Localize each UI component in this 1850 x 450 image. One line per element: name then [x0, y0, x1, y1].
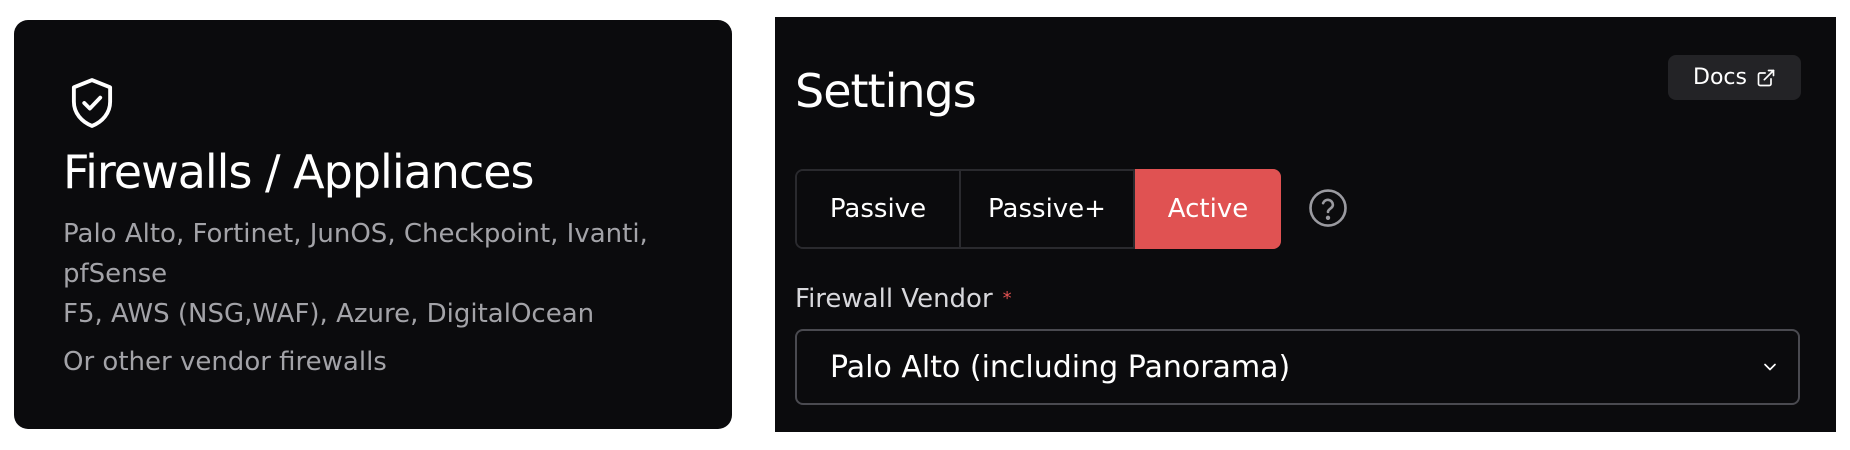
- vendor-list-line: pfSense: [63, 259, 168, 289]
- mode-selector: Passive Passive+ Active: [795, 169, 1281, 249]
- chevron-down-icon: [1764, 363, 1776, 371]
- mode-passive-plus-button[interactable]: Passive+: [961, 171, 1135, 247]
- required-indicator: *: [1002, 288, 1012, 309]
- card-title: Firewalls / Appliances: [63, 145, 535, 199]
- page-title: Settings: [795, 64, 977, 118]
- question-circle-icon[interactable]: [1307, 187, 1349, 229]
- firewall-vendor-selected-value: Palo Alto (including Panorama): [830, 349, 1291, 385]
- docs-button[interactable]: Docs: [1668, 55, 1801, 100]
- vendor-list-line: F5, AWS (NSG,WAF), Azure, DigitalOcean: [63, 299, 595, 329]
- firewall-vendor-label-text: Firewall Vendor: [795, 284, 993, 314]
- firewall-vendor-label: Firewall Vendor *: [795, 282, 1012, 316]
- firewall-vendor-select[interactable]: Palo Alto (including Panorama): [795, 329, 1800, 405]
- external-link-icon: [1757, 69, 1775, 86]
- firewalls-appliances-card[interactable]: Firewalls / Appliances Palo Alto, Fortin…: [14, 20, 732, 429]
- settings-panel: Settings Docs Passive Passive+ Active Fi…: [775, 17, 1836, 432]
- docs-button-label: Docs: [1693, 65, 1747, 90]
- vendor-list-line: Palo Alto, Fortinet, JunOS, Checkpoint, …: [63, 219, 648, 249]
- shield-check-icon: [71, 78, 113, 128]
- mode-active-button[interactable]: Active: [1135, 169, 1281, 249]
- other-vendors-text: Or other vendor firewalls: [63, 347, 387, 377]
- mode-passive-button[interactable]: Passive: [797, 171, 961, 247]
